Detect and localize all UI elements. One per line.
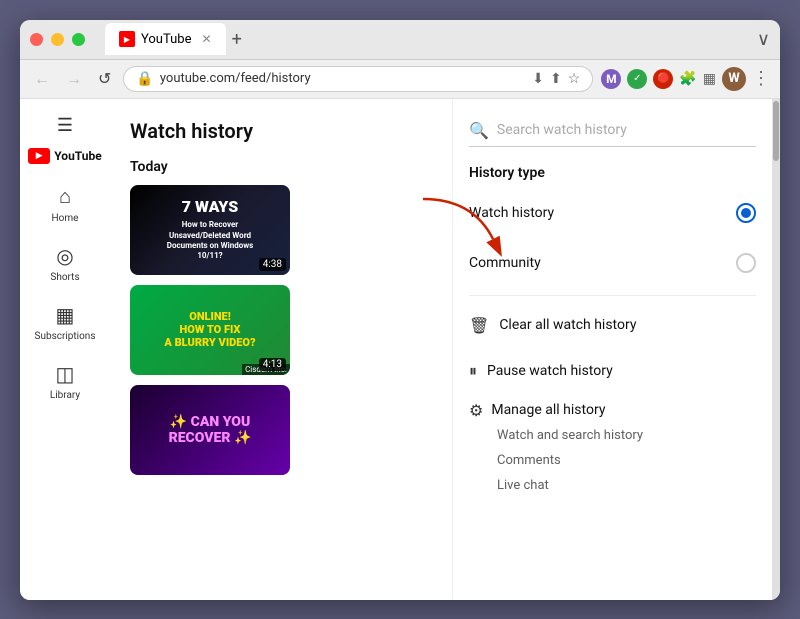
watch-history-option[interactable]: Watch history [469, 195, 756, 231]
search-history-box[interactable]: 🔍 Search watch history [469, 115, 756, 147]
sidebar-library-label: Library [50, 390, 80, 401]
clear-label: Clear all watch history [499, 317, 636, 333]
video-list: 7 WAYS How to RecoverUnsaved/Deleted Wor… [130, 185, 432, 475]
thumbnail-2: ONLINE!HOW TO FIXA BLURRY VIDEO? Cisdem … [130, 285, 290, 375]
window-more-button[interactable]: ∨ [757, 29, 770, 50]
download-icon[interactable]: ⬇ [532, 71, 544, 87]
yt-logo-icon: ▶ [28, 148, 50, 164]
profile-avatar[interactable]: W [722, 67, 746, 91]
thumbnail-3: ✨ CAN YOURECOVER ✨ [130, 385, 290, 475]
home-icon: ⌂ [59, 184, 71, 209]
tab-title: YouTube [141, 32, 192, 47]
close-button[interactable] [30, 33, 43, 46]
bookmark-icon[interactable]: ☆ [568, 71, 581, 87]
search-placeholder: Search watch history [497, 122, 627, 138]
page-title: Watch history [130, 119, 432, 143]
address-bar: ← → ↺ 🔒 youtube.com/feed/history ⬇ ⬆ ☆ M… [20, 60, 780, 99]
yt-logo-text: YouTube [54, 149, 102, 163]
history-panel: Watch history Today 7 WAYS How to Recove… [110, 99, 452, 600]
watch-history-radio[interactable] [736, 203, 756, 223]
library-icon: ◫ [56, 362, 75, 386]
sidebar-home-label: Home [52, 213, 79, 224]
manage-label: Manage all history [491, 402, 605, 418]
right-panel: 🔍 Search watch history History type Watc… [452, 99, 772, 600]
manage-section: ⚙ Manage all history Watch and search hi… [469, 401, 756, 497]
subscriptions-icon: ▦ [56, 303, 75, 327]
thumb-3-content: ✨ CAN YOURECOVER ✨ [169, 414, 252, 446]
pause-label: Pause watch history [487, 363, 613, 379]
manage-sub-items: Watch and search history Comments Live c… [469, 424, 756, 497]
ext-check-icon[interactable]: ✓ [627, 69, 647, 89]
watch-history-label: Watch history [469, 205, 554, 221]
sub-item-livechat[interactable]: Live chat [497, 474, 756, 497]
active-tab[interactable]: YouTube ✕ [105, 23, 226, 55]
divider-1 [469, 295, 756, 296]
ext-m-icon[interactable]: M [601, 69, 621, 89]
youtube-logo[interactable]: ▶ YouTube [28, 148, 102, 164]
url-text: youtube.com/feed/history [160, 71, 526, 86]
sub-item-comments[interactable]: Comments [497, 449, 756, 472]
menu-button[interactable]: ☰ [57, 115, 73, 136]
main-content: ☰ ▶ YouTube ⌂ Home ◎ Shorts ▦ Subscripti… [20, 99, 780, 600]
duration-badge-1: 4:38 [259, 258, 286, 271]
community-label: Community [469, 255, 541, 271]
forward-button[interactable]: → [62, 67, 86, 91]
sidebar-item-library[interactable]: ◫ Library [25, 354, 105, 409]
new-tab-button[interactable]: + [232, 29, 242, 50]
sidebar-item-subscriptions[interactable]: ▦ Subscriptions [25, 295, 105, 350]
community-radio[interactable] [736, 253, 756, 273]
share-icon[interactable]: ⬆ [550, 71, 562, 87]
list-item[interactable]: ✨ CAN YOURECOVER ✨ [130, 385, 432, 475]
thumbnail-1: 7 WAYS How to RecoverUnsaved/Deleted Wor… [130, 185, 290, 275]
sidebar: ☰ ▶ YouTube ⌂ Home ◎ Shorts ▦ Subscripti… [20, 99, 110, 600]
youtube-favicon [119, 31, 135, 47]
history-type-label: History type [469, 165, 756, 181]
title-bar: YouTube ✕ + ∨ [20, 20, 780, 60]
address-input[interactable]: 🔒 youtube.com/feed/history ⬇ ⬆ ☆ [123, 66, 593, 92]
search-icon: 🔍 [469, 121, 489, 140]
extension-icons: M ✓ 🔴 🧩 ▦ W ⋮ [601, 67, 770, 91]
tab-bar: YouTube ✕ + [105, 23, 749, 55]
section-today: Today [130, 159, 432, 175]
refresh-button[interactable]: ↺ [94, 67, 115, 90]
back-button[interactable]: ← [30, 67, 54, 91]
sidebar-toggle-icon[interactable]: ▦ [703, 71, 716, 87]
manage-icon: ⚙ [469, 401, 483, 420]
minimize-button[interactable] [51, 33, 64, 46]
clear-history-action[interactable]: 🗑 Clear all watch history [469, 310, 756, 341]
thumb-2-content: ONLINE!HOW TO FIXA BLURRY VIDEO? [160, 306, 259, 354]
page-content: Watch history Today 7 WAYS How to Recove… [110, 99, 780, 600]
pause-history-action[interactable]: ⏸ Pause watch history [469, 355, 756, 387]
clear-icon: 🗑 [469, 316, 489, 335]
radio-inner-selected [741, 208, 751, 218]
manage-header[interactable]: ⚙ Manage all history [469, 401, 756, 420]
sidebar-shorts-label: Shorts [50, 272, 79, 283]
browser-window: YouTube ✕ + ∨ ← → ↺ 🔒 youtube.com/feed/h… [20, 20, 780, 600]
browser-more-button[interactable]: ⋮ [752, 68, 770, 89]
scrollbar-thumb[interactable] [773, 101, 779, 161]
sub-item-watch-search[interactable]: Watch and search history [497, 424, 756, 447]
list-item[interactable]: 7 WAYS How to RecoverUnsaved/Deleted Wor… [130, 185, 432, 275]
scrollbar[interactable] [772, 99, 780, 600]
maximize-button[interactable] [72, 33, 85, 46]
address-action-icons: ⬇ ⬆ ☆ [532, 71, 580, 87]
community-option[interactable]: Community [469, 245, 756, 281]
duration-badge-2: 4:13 [259, 358, 286, 371]
pause-icon: ⏸ [469, 361, 477, 381]
list-item[interactable]: ONLINE!HOW TO FIXA BLURRY VIDEO? Cisdem … [130, 285, 432, 375]
lock-icon: 🔒 [136, 71, 153, 87]
sidebar-subscriptions-label: Subscriptions [35, 331, 96, 342]
extensions-icon[interactable]: 🧩 [679, 71, 696, 87]
tab-close-button[interactable]: ✕ [202, 32, 212, 46]
sidebar-item-home[interactable]: ⌂ Home [25, 176, 105, 232]
sidebar-item-shorts[interactable]: ◎ Shorts [25, 236, 105, 291]
shorts-icon: ◎ [56, 244, 73, 268]
ext-red-icon[interactable]: 🔴 [653, 69, 673, 89]
thumb-1-content: 7 WAYS How to RecoverUnsaved/Deleted Wor… [161, 191, 260, 267]
